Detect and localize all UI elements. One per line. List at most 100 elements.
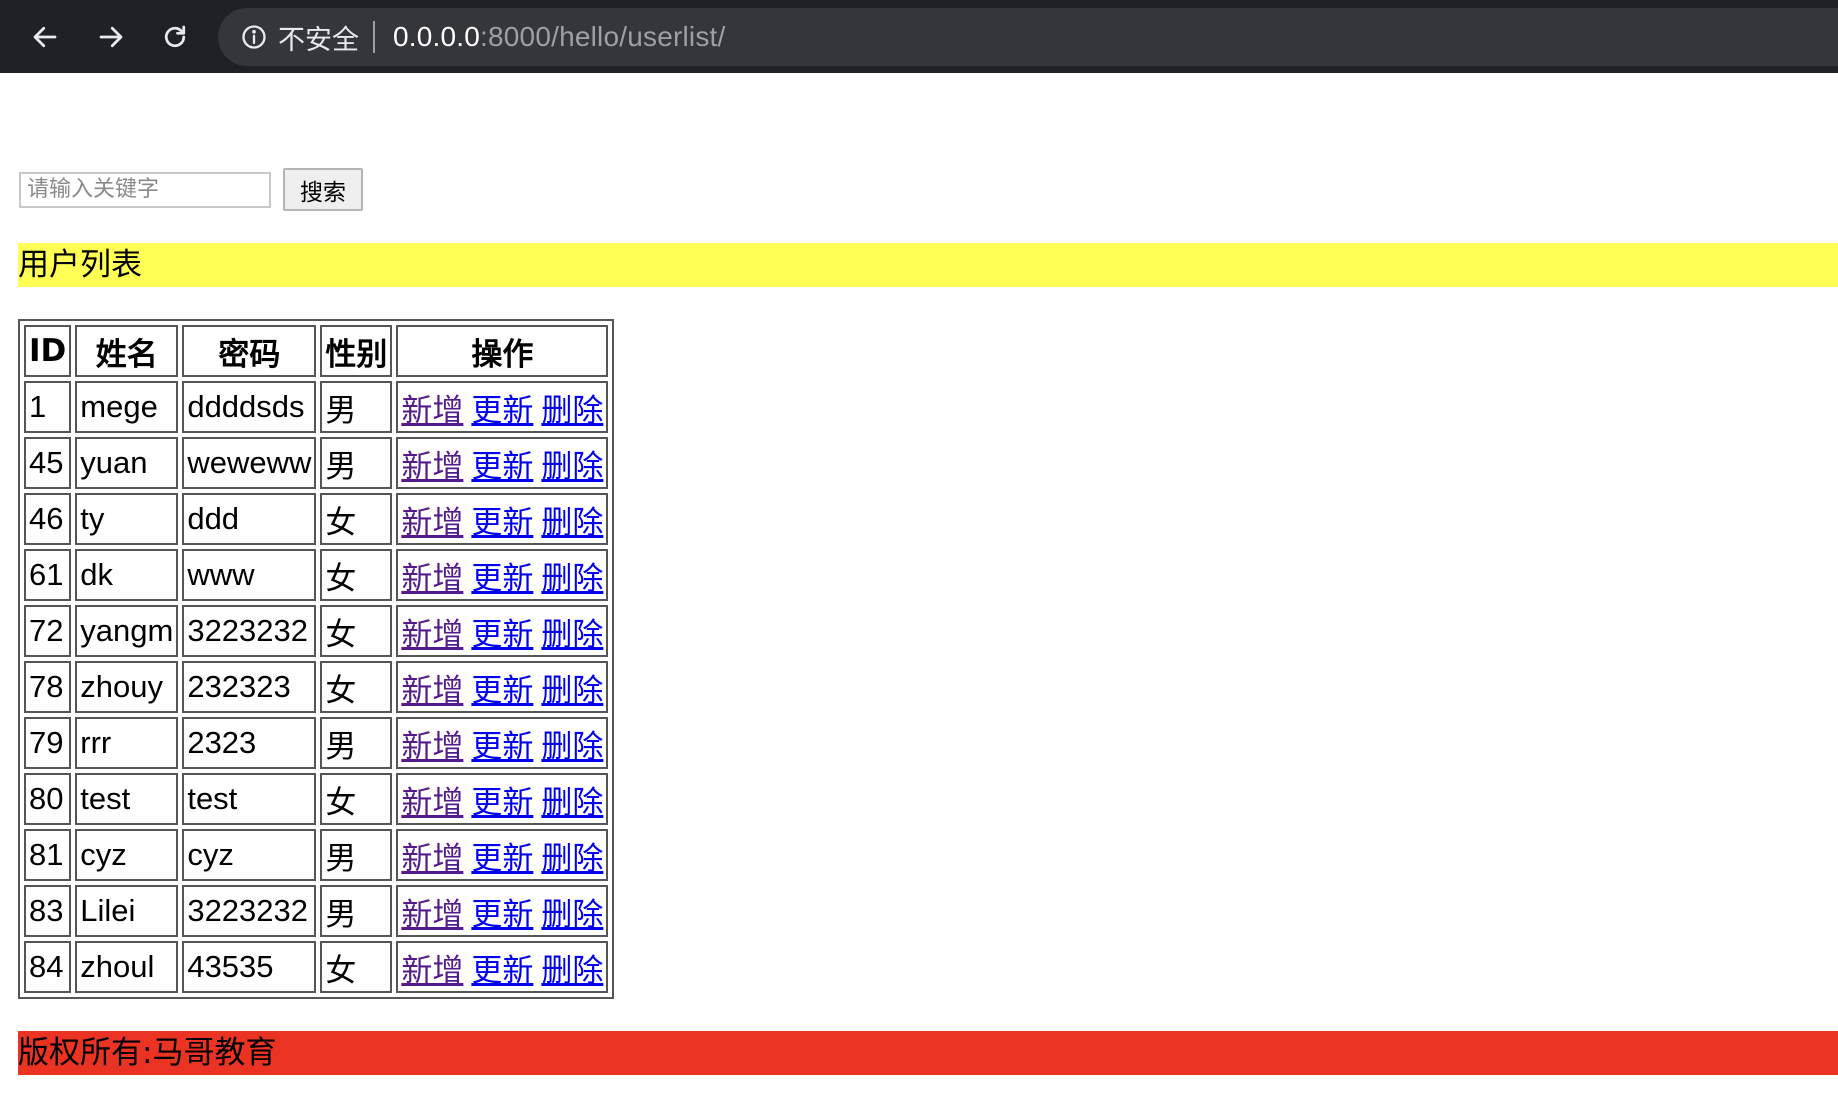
cell-actions: 新增 更新 删除 [396,381,609,433]
delete-link[interactable]: 删除 [541,505,603,541]
search-form: 搜索 [19,168,363,211]
cell-name: zhouy [75,661,179,713]
cell-id: 46 [24,493,72,545]
header-gender: 性别 [320,325,393,377]
browser-toolbar: 不安全 0.0.0.0:8000/hello/userlist/ [0,0,1838,73]
cell-gender: 女 [320,605,393,657]
cell-password: 2323 [182,717,317,769]
cell-id: 1 [24,381,72,433]
update-link[interactable]: 更新 [471,841,533,877]
delete-link[interactable]: 删除 [541,673,603,709]
add-link[interactable]: 新增 [401,505,463,541]
update-link[interactable]: 更新 [471,953,533,989]
table-row: 45 yuan weweww 男新增 更新 删除 [24,437,609,489]
cell-gender: 女 [320,493,393,545]
add-link[interactable]: 新增 [401,841,463,877]
cell-password: ddddsds [182,381,317,433]
cell-actions: 新增 更新 删除 [396,773,609,825]
delete-link[interactable]: 删除 [541,841,603,877]
delete-link[interactable]: 删除 [541,897,603,933]
search-input[interactable] [19,171,271,208]
cell-id: 61 [24,549,72,601]
table-row: 79 rrr 2323 男新增 更新 删除 [24,717,609,769]
cell-password: weweww [182,437,317,489]
cell-gender: 女 [320,773,393,825]
cell-password: 3223232 [182,885,317,937]
cell-gender: 男 [320,829,393,881]
cell-name: dk [75,549,179,601]
cell-password: 232323 [182,661,317,713]
cell-name: ty [75,493,179,545]
cell-actions: 新增 更新 删除 [396,661,609,713]
update-link[interactable]: 更新 [471,393,533,429]
update-link[interactable]: 更新 [471,505,533,541]
add-link[interactable]: 新增 [401,617,463,653]
back-arrow-icon[interactable] [22,14,68,60]
add-link[interactable]: 新增 [401,785,463,821]
cell-password: test [182,773,317,825]
cell-gender: 女 [320,661,393,713]
update-link[interactable]: 更新 [471,673,533,709]
add-link[interactable]: 新增 [401,561,463,597]
table-row: 78 zhouy 232323 女新增 更新 删除 [24,661,609,713]
cell-actions: 新增 更新 删除 [396,549,609,601]
cell-id: 84 [24,941,72,993]
cell-actions: 新增 更新 删除 [396,605,609,657]
cell-id: 81 [24,829,72,881]
delete-link[interactable]: 删除 [541,561,603,597]
update-link[interactable]: 更新 [471,897,533,933]
add-link[interactable]: 新增 [401,897,463,933]
info-icon[interactable] [240,23,268,51]
table-row: 72 yangm 3223232 女新增 更新 删除 [24,605,609,657]
cell-id: 72 [24,605,72,657]
cell-gender: 男 [320,381,393,433]
table-row: 80 test test 女新增 更新 删除 [24,773,609,825]
delete-link[interactable]: 删除 [541,449,603,485]
user-table: ID 姓名 密码 性别 操作 1 mege ddddsds 男新增 更新 删除 45 yuan… [18,319,615,999]
add-link[interactable]: 新增 [401,953,463,989]
cell-name: rrr [75,717,179,769]
search-button[interactable]: 搜索 [283,168,363,211]
cell-password: 43535 [182,941,317,993]
cell-name: yuan [75,437,179,489]
address-bar[interactable]: 不安全 0.0.0.0:8000/hello/userlist/ [218,8,1838,66]
cell-gender: 女 [320,941,393,993]
delete-link[interactable]: 删除 [541,393,603,429]
url-text[interactable]: 0.0.0.0:8000/hello/userlist/ [393,21,726,53]
cell-password: www [182,549,317,601]
update-link[interactable]: 更新 [471,785,533,821]
cell-gender: 男 [320,437,393,489]
cell-id: 83 [24,885,72,937]
reload-icon[interactable] [152,14,198,60]
cell-password: 3223232 [182,605,317,657]
delete-link[interactable]: 删除 [541,617,603,653]
page-title: 用户列表 [18,243,1838,287]
copyright-footer: 版权所有:马哥教育 [18,1031,1838,1075]
add-link[interactable]: 新增 [401,729,463,765]
forward-arrow-icon[interactable] [88,14,134,60]
cell-name: cyz [75,829,179,881]
add-link[interactable]: 新增 [401,449,463,485]
update-link[interactable]: 更新 [471,561,533,597]
table-header-row: ID 姓名 密码 性别 操作 [24,325,609,377]
delete-link[interactable]: 删除 [541,785,603,821]
update-link[interactable]: 更新 [471,449,533,485]
add-link[interactable]: 新增 [401,393,463,429]
omnibox-divider [373,21,375,53]
cell-id: 80 [24,773,72,825]
cell-id: 45 [24,437,72,489]
update-link[interactable]: 更新 [471,617,533,653]
cell-gender: 男 [320,885,393,937]
delete-link[interactable]: 删除 [541,729,603,765]
cell-password: cyz [182,829,317,881]
delete-link[interactable]: 删除 [541,953,603,989]
cell-actions: 新增 更新 删除 [396,717,609,769]
cell-gender: 女 [320,549,393,601]
cell-name: zhoul [75,941,179,993]
cell-id: 78 [24,661,72,713]
cell-actions: 新增 更新 删除 [396,885,609,937]
table-body: 1 mege ddddsds 男新增 更新 删除 45 yuan weweww 男新增 更新 删除 46… [24,381,609,993]
update-link[interactable]: 更新 [471,729,533,765]
add-link[interactable]: 新增 [401,673,463,709]
cell-actions: 新增 更新 删除 [396,437,609,489]
